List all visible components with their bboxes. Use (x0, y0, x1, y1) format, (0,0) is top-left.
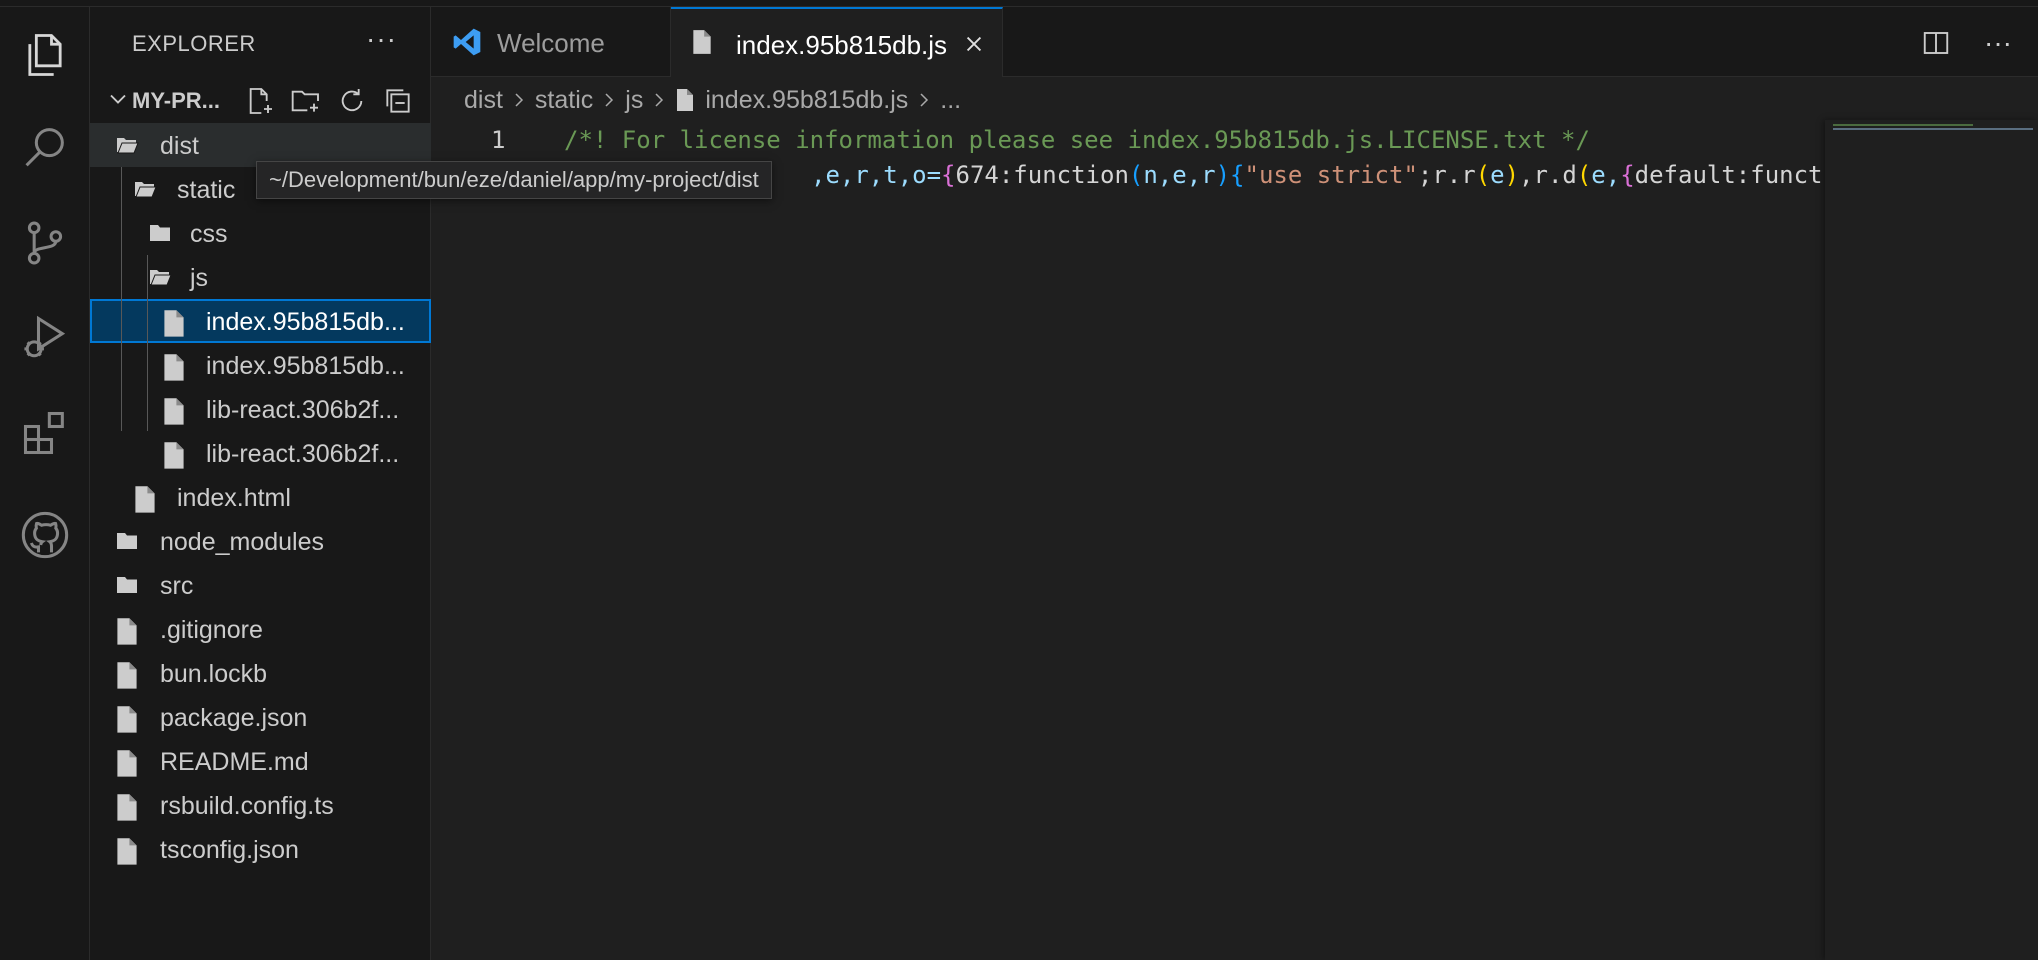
search-icon[interactable] (17, 120, 73, 176)
file-icon (162, 309, 186, 337)
chevron-right-icon (655, 93, 664, 107)
new-file-icon[interactable] (240, 81, 280, 121)
tree-item-label: dist (160, 132, 199, 160)
tab-welcome[interactable]: Welcome (431, 7, 671, 77)
tree-file-rsbuild-config-ts[interactable]: rsbuild.config.ts (90, 783, 431, 827)
breadcrumb-static[interactable]: static (535, 86, 593, 115)
file-icon (115, 749, 139, 777)
tree-item-label: src (160, 572, 194, 600)
tree-item-label: index.95b815db... (206, 308, 405, 336)
explorer-sidebar: EXPLORER ··· MY-PR... dist static css js ind… (90, 7, 431, 960)
tree-file-package-json[interactable]: package.json (90, 695, 431, 739)
tree-file-bun-lockb[interactable]: bun.lockb (90, 651, 431, 695)
folder-open-icon (148, 265, 172, 289)
split-editor-icon[interactable] (1918, 25, 1954, 61)
project-section-header[interactable]: MY-PR... (90, 79, 431, 123)
tree-file-index-95b815db[interactable]: index.95b815db... (90, 343, 431, 387)
tab-index-js[interactable]: index.95b815db.js (671, 7, 1003, 77)
file-icon (115, 617, 139, 645)
breadcrumb-file[interactable]: index.95b815db.js (705, 86, 908, 115)
line-number: 1 (491, 126, 506, 154)
folder-icon (115, 573, 139, 597)
tree-item-label: static (177, 176, 236, 204)
file-tree: dist static css js index.95b815db... index.95… (90, 123, 431, 871)
chevron-right-icon (605, 93, 614, 107)
tree-file-gitignore[interactable]: .gitignore (90, 607, 431, 651)
chevron-down-icon (110, 94, 126, 104)
file-icon (162, 441, 186, 469)
more-actions-icon[interactable]: ··· (366, 23, 397, 55)
file-icon (115, 793, 139, 821)
tree-item-label: css (190, 220, 228, 248)
run-debug-icon[interactable] (17, 310, 73, 366)
tree-folder-node-modules[interactable]: node_modules (90, 519, 431, 563)
extensions-icon[interactable] (17, 405, 73, 461)
tree-file-index-html[interactable]: index.html (90, 475, 431, 519)
new-folder-icon[interactable] (286, 81, 326, 121)
chevron-right-icon (515, 93, 523, 107)
project-name: MY-PR... (132, 88, 221, 113)
explorer-title: EXPLORER (132, 31, 256, 56)
github-icon[interactable] (17, 507, 73, 563)
close-icon[interactable] (963, 33, 985, 55)
tree-item-label: .gitignore (160, 616, 263, 644)
tree-folder-js[interactable]: js (90, 255, 431, 299)
activity-bar (0, 7, 90, 960)
tree-item-label: package.json (160, 704, 308, 732)
tree-item-label: lib-react.306b2f... (206, 396, 400, 424)
file-icon (693, 30, 711, 54)
tree-file-lib-react-306b2f[interactable]: lib-react.306b2f... (90, 387, 431, 431)
code-line-1: /*! For license information please see i… (564, 126, 1590, 154)
tree-item-label: index.95b815db... (206, 352, 405, 380)
tab-index-js-label: index.95b815db.js (736, 30, 948, 60)
path-tooltip: ~/Development/bun/eze/daniel/app/my-proj… (256, 161, 772, 199)
tree-folder-src[interactable]: src (90, 563, 431, 607)
tree-file-index-95b815db[interactable]: index.95b815db... (90, 299, 431, 343)
file-icon (162, 353, 186, 381)
tree-item-label: js (190, 264, 209, 292)
explorer-icon[interactable] (17, 27, 73, 83)
vscode-logo-icon (453, 28, 481, 56)
breadcrumb-dist[interactable]: dist (464, 86, 503, 115)
breadcrumb-js[interactable]: js (625, 86, 643, 115)
breadcrumb: dist static js index.95b815db.js ... (464, 82, 961, 118)
indent-guide (147, 255, 148, 431)
tree-item-label: bun.lockb (160, 660, 268, 688)
folder-icon (148, 221, 172, 245)
file-icon (162, 397, 186, 425)
file-icon (115, 705, 139, 733)
editor-more-icon[interactable]: ··· (1980, 25, 2016, 61)
tree-item-label: node_modules (160, 528, 325, 556)
tree-file-readme-md[interactable]: README.md (90, 739, 431, 783)
folder-icon (115, 529, 139, 553)
code-editor[interactable]: 1 /*! For license information please see… (431, 120, 2038, 960)
file-icon (115, 837, 139, 865)
tree-item-label: lib-react.306b2f... (206, 440, 400, 468)
folder-open-icon (133, 177, 157, 201)
chevron-right-icon (920, 93, 929, 107)
collapse-all-icon[interactable] (378, 81, 418, 121)
tree-item-label: tsconfig.json (160, 836, 299, 864)
tree-item-label: rsbuild.config.ts (160, 792, 334, 820)
window-top-border (0, 0, 2038, 7)
breadcrumb-symbol[interactable]: ... (940, 86, 961, 115)
minimap[interactable] (1825, 120, 2038, 960)
file-icon (133, 485, 157, 513)
tree-item-label: README.md (160, 748, 309, 776)
source-control-icon[interactable] (17, 215, 73, 271)
refresh-icon[interactable] (332, 81, 372, 121)
folder-open-icon (115, 133, 139, 157)
tree-folder-css[interactable]: css (90, 211, 431, 255)
tab-welcome-label: Welcome (497, 28, 605, 58)
indent-guide (121, 167, 122, 431)
tree-file-lib-react-306b2f[interactable]: lib-react.306b2f... (90, 431, 431, 475)
minimap-line (1833, 128, 2033, 130)
file-icon (115, 661, 139, 689)
editor-tab-bar: Welcome index.95b815db.js ··· (431, 7, 2038, 77)
tree-file-tsconfig-json[interactable]: tsconfig.json (90, 827, 431, 871)
file-icon (677, 89, 694, 111)
tree-item-label: index.html (177, 484, 291, 512)
code-line-2: ,e,r,t,o={674:function(n,e,r){"use stric… (811, 161, 1823, 189)
minimap-line (1833, 124, 1973, 126)
